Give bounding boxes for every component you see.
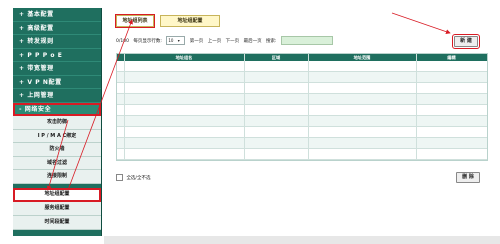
header-checkbox-col <box>117 54 124 61</box>
delete-button[interactable]: 删 除 <box>456 172 480 183</box>
select-all-checkbox[interactable] <box>116 174 123 181</box>
sub-item-domain-filter[interactable]: 域名过滤 <box>13 156 101 170</box>
header-zone: 区域 <box>271 55 281 60</box>
sidebar-item-forward-rules[interactable]: + 转发规则 <box>13 35 101 49</box>
pagination-toolbar: 0/100 每页显示行数: 10 ▾ 第一页 上一页 下一页 最后一页 搜索: <box>116 36 336 46</box>
prev-page-link[interactable]: 上一页 <box>208 39 222 44</box>
per-page-select[interactable]: 10 ▾ <box>166 36 186 45</box>
sidebar: + 基本配置 + 高级配置 + 转发规则 + P P P o E + 带宽管理 … <box>13 8 102 236</box>
header-name: 地址组名 <box>175 55 193 60</box>
address-group-table: 地址组名 区域 地址范围 编辑 <box>116 53 488 161</box>
record-count: 0/100 <box>116 39 129 44</box>
sidebar-item-vpn[interactable]: + V P N配置 <box>13 76 101 89</box>
table-row <box>117 72 487 83</box>
table-row <box>117 61 487 72</box>
table-row <box>117 127 487 138</box>
sub-item-address-group[interactable]: 地址组配置 <box>13 188 101 202</box>
window-bottom-bar <box>104 236 500 244</box>
column-divider <box>244 54 245 160</box>
table-row <box>117 83 487 94</box>
new-button[interactable]: 新 建 <box>452 34 480 49</box>
sub-item-ip-mac-binding[interactable]: I P / M A C绑定 <box>13 129 101 143</box>
tab-address-group-config[interactable]: 地址组配置 <box>160 15 220 27</box>
sidebar-item-advanced-config[interactable]: + 高级配置 <box>13 22 101 35</box>
column-divider <box>308 54 309 160</box>
sidebar-item-pppoe[interactable]: + P P P o E <box>13 49 101 62</box>
column-divider <box>124 54 125 160</box>
table-row <box>117 105 487 116</box>
per-page-value: 10 <box>168 38 174 43</box>
tab-address-group-list[interactable]: 地址组列表 <box>115 14 155 28</box>
header-edit: 编辑 <box>447 55 456 60</box>
search-label: 搜索: <box>266 39 277 44</box>
main-content: 地址组列表 地址组配置 0/100 每页显示行数: 10 ▾ 第一页 上一页 下… <box>104 8 500 236</box>
sidebar-item-internet-management[interactable]: + 上网管理 <box>13 89 101 103</box>
sidebar-item-network-security[interactable]: - 网络安全 <box>13 102 101 116</box>
sub-item-connection-limit[interactable]: 连接限制 <box>13 170 101 184</box>
next-page-link[interactable]: 下一页 <box>226 39 240 44</box>
first-page-link[interactable]: 第一页 <box>190 39 204 44</box>
table-row <box>117 138 487 149</box>
table-row <box>117 94 487 105</box>
search-input[interactable] <box>281 36 334 45</box>
column-divider <box>416 54 417 160</box>
sub-item-attack-defense[interactable]: 攻击防御 <box>13 116 101 130</box>
per-page-label: 每页显示行数: <box>133 39 162 44</box>
sub-item-time-period[interactable]: 时间段配置 <box>13 216 101 230</box>
sidebar-item-basic-config[interactable]: + 基本配置 <box>13 8 101 22</box>
sidebar-item-bandwidth[interactable]: + 带宽管理 <box>13 62 101 76</box>
last-page-link[interactable]: 最后一页 <box>244 39 262 44</box>
select-all-label: 全选/全不选 <box>126 176 151 181</box>
sub-item-service-group[interactable]: 服务组配置 <box>13 202 101 216</box>
header-address-range: 地址范围 <box>353 55 371 60</box>
sub-item-firewall[interactable]: 防火墙 <box>13 143 101 157</box>
select-all-row: 全选/全不选 <box>116 174 150 181</box>
table-header: 地址组名 区域 地址范围 编辑 <box>117 54 487 61</box>
table-row <box>117 149 487 160</box>
router-admin-window: + 基本配置 + 高级配置 + 转发规则 + P P P o E + 带宽管理 … <box>0 0 500 244</box>
table-row <box>117 116 487 127</box>
